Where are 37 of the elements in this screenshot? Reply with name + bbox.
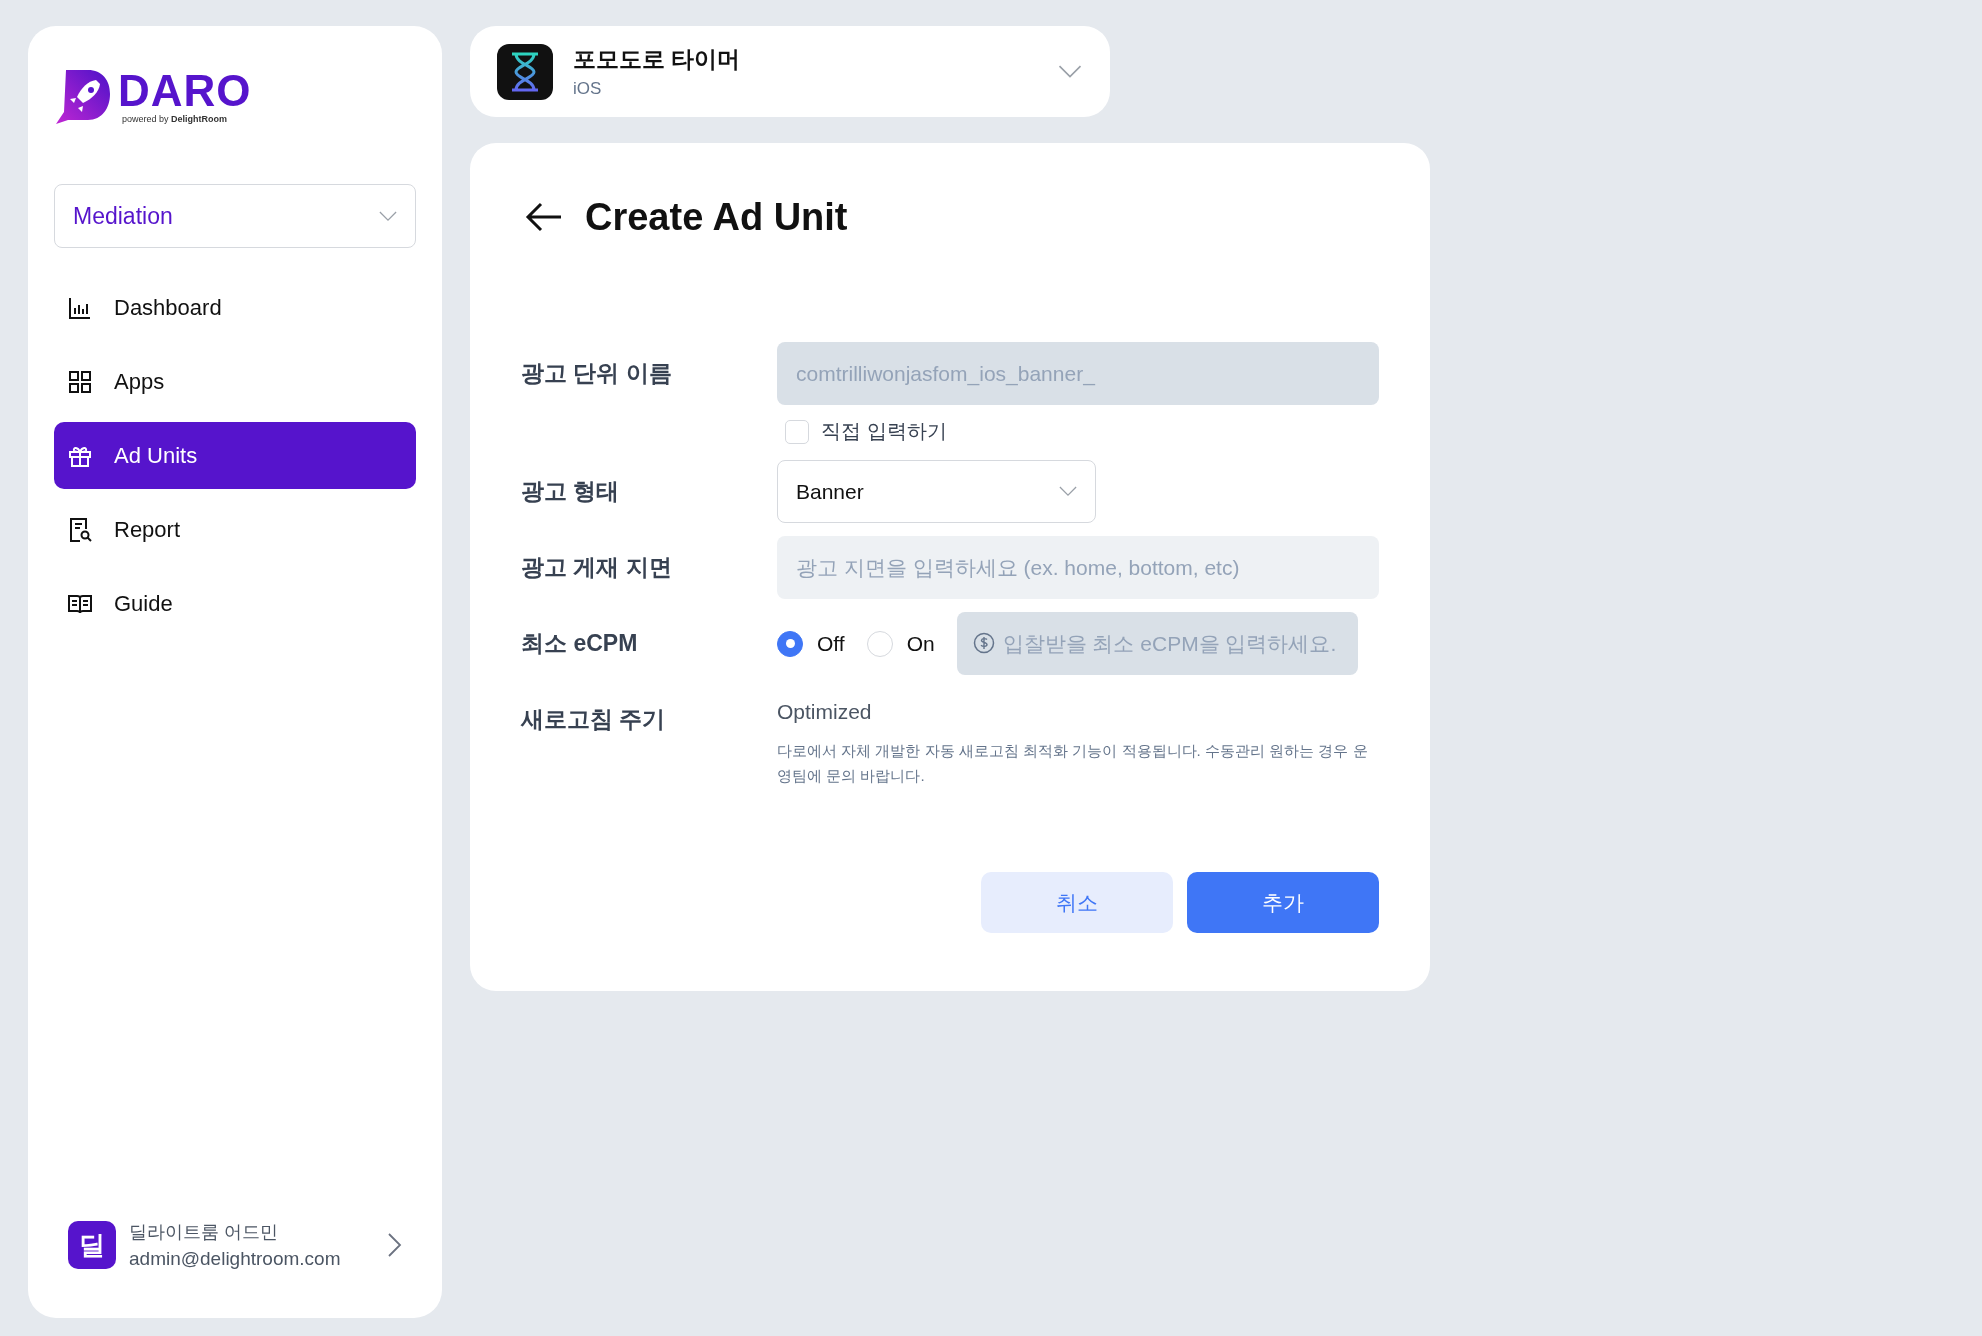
refresh-value: Optimized [777, 700, 873, 724]
brand-tagline: powered by DelightRoom [122, 114, 229, 124]
back-arrow-icon[interactable] [525, 202, 563, 232]
grid-icon [68, 369, 92, 394]
ad-type-dropdown[interactable]: Banner [777, 460, 1096, 523]
field-label: 새로고침 주기 [521, 705, 667, 734]
field-label: 광고 형태 [521, 477, 621, 506]
user-name: 딜라이트룸 어드민 [129, 1221, 279, 1244]
checkbox-label: 직접 입력하기 [821, 419, 947, 444]
chevron-down-icon [379, 210, 397, 222]
page-title: Create Ad Unit [585, 195, 848, 239]
sidebar-item[interactable]: Dashboard [54, 274, 416, 341]
field-label: 최소 eCPM [521, 629, 639, 658]
bar-chart-icon [68, 295, 92, 320]
chevron-down-icon [1058, 64, 1082, 79]
field-label: 광고 게재 지면 [521, 553, 673, 582]
user-email: admin@delightroom.com [129, 1248, 342, 1270]
field-label: 광고 단위 이름 [521, 359, 673, 388]
brand-name: DARO [118, 68, 252, 114]
chevron-right-icon[interactable] [388, 1233, 402, 1257]
add-button[interactable]: 추가 [1187, 872, 1379, 933]
refresh-description: 다로에서 자체 개발한 자동 새로고침 최적화 기능이 적용됩니다. 수동관리 원하는 경우 운영팀에 문의 바랍니다. [777, 741, 1369, 786]
placement-field[interactable]: 광고 지면을 입력하세요 (ex. home, bottom, etc) [777, 536, 1379, 599]
chevron-down-icon [1059, 486, 1077, 497]
user-avatar: 딜 [68, 1221, 116, 1269]
app-name: 포모도로 타이머 [573, 45, 742, 74]
checkbox[interactable] [785, 419, 809, 444]
logo-icon [54, 68, 112, 124]
sidebar-item[interactable]: Ad Units [54, 422, 416, 489]
sidebar-item[interactable]: Apps [54, 348, 416, 415]
product-dropdown[interactable]: Mediation [54, 184, 416, 248]
app-selector[interactable]: 포모도로 타이머 iOS [470, 26, 1110, 117]
report-search-icon [68, 517, 92, 542]
app-platform: iOS [573, 79, 603, 99]
sidebar-item[interactable]: Guide [54, 570, 416, 637]
hourglass-icon [497, 43, 553, 100]
sidebar-item[interactable]: Report [54, 496, 416, 563]
